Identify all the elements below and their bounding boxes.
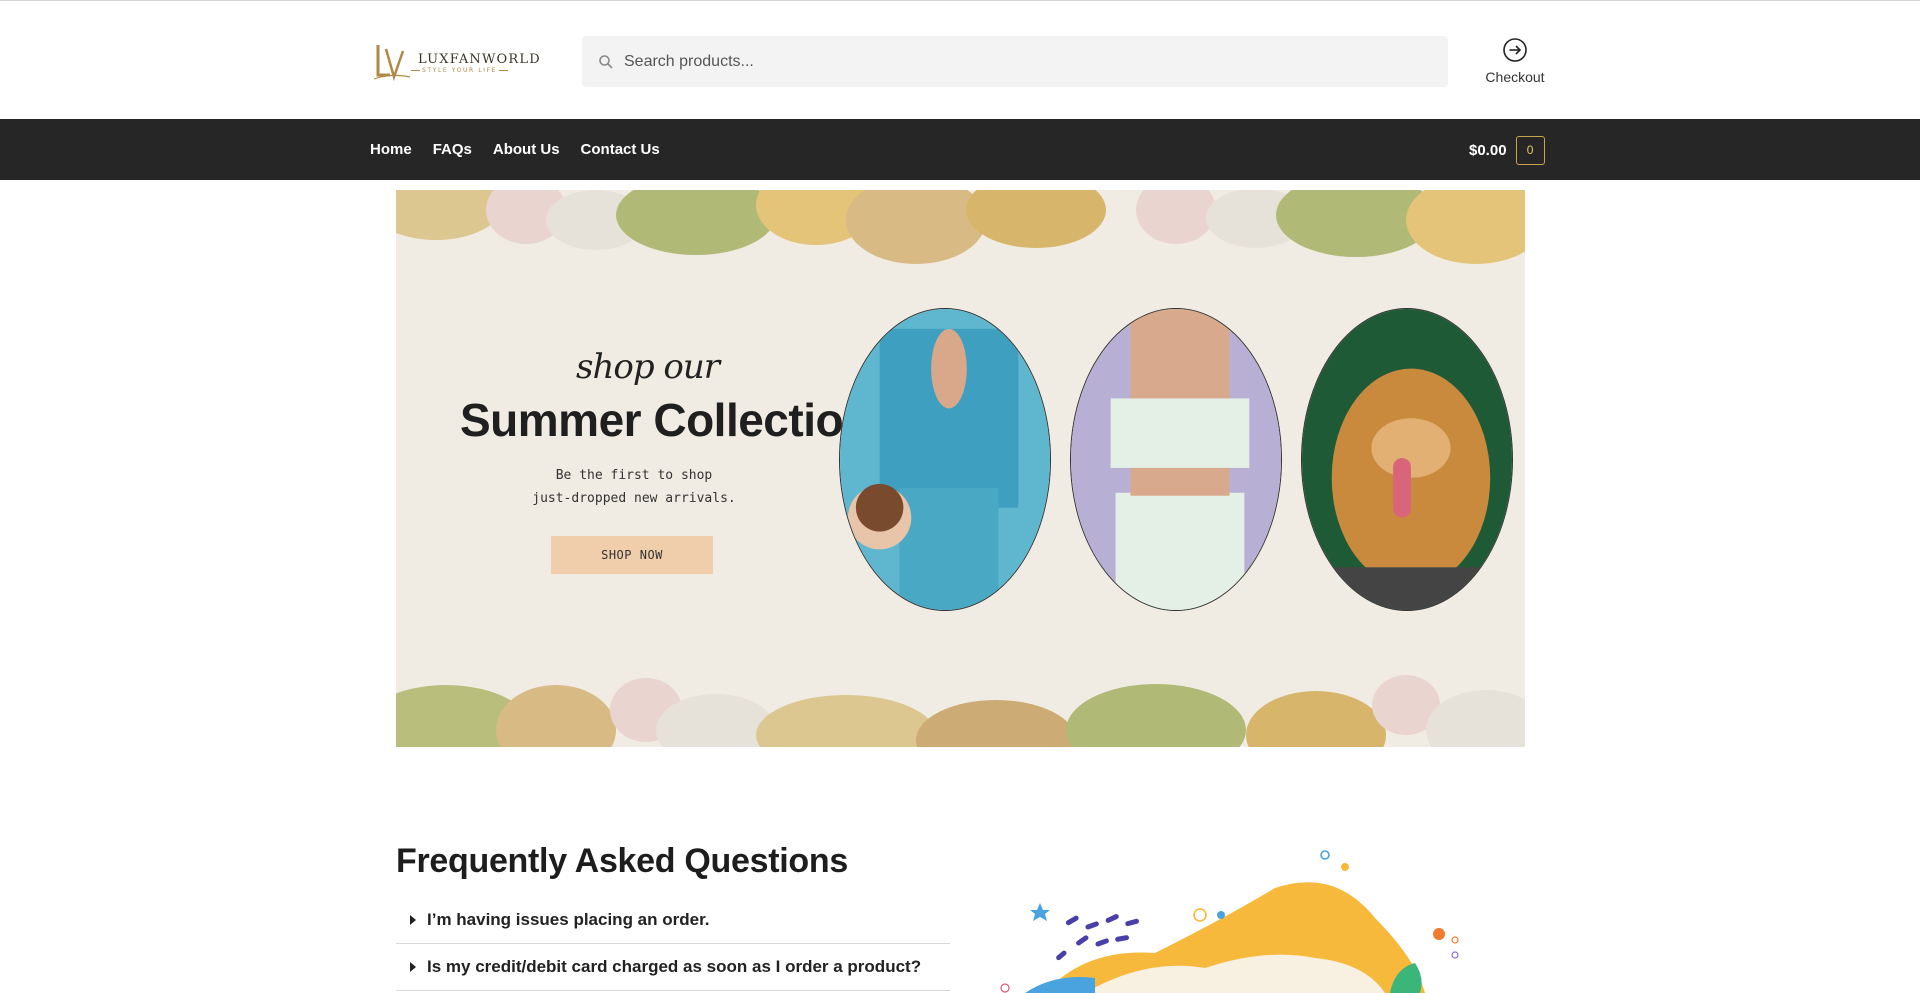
faq-heading: Frequently Asked Questions <box>396 842 848 880</box>
search-input[interactable] <box>624 36 1424 87</box>
nav-item-contact-us[interactable]: Contact Us <box>581 141 660 158</box>
faq-question: I’m having issues placing an order. <box>427 910 710 929</box>
nav-item-faqs[interactable]: FAQs <box>433 141 472 158</box>
nav-item-about-us[interactable]: About Us <box>493 141 560 158</box>
shop-now-button[interactable]: SHOP NOW <box>551 536 713 574</box>
banner-script-text: shop our <box>576 347 720 387</box>
faq-item[interactable]: I’m having issues placing an order. <box>396 898 950 944</box>
site-logo[interactable]: LUXFANWORLD STYLE YOUR LIFE <box>370 39 540 83</box>
checkout-label: Checkout <box>1485 69 1545 85</box>
banner-title: Summer Collection <box>460 394 871 446</box>
faq-question: Is my credit/debit card charged as soon … <box>427 957 922 976</box>
faq-item[interactable]: Is my credit/debit card charged as soon … <box>396 945 950 991</box>
caret-right-icon <box>410 915 416 925</box>
logo-text: LUXFANWORLD <box>418 52 541 67</box>
product-image-hawaiian-set[interactable] <box>839 308 1051 611</box>
product-image-two-piece-set[interactable] <box>1070 308 1282 611</box>
search-bar <box>582 36 1448 87</box>
logo-monogram-icon <box>373 45 411 82</box>
search-icon <box>599 55 613 69</box>
cart-button[interactable]: $0.00 0 <box>1469 135 1545 165</box>
logo-tagline: STYLE YOUR LIFE <box>410 67 509 74</box>
nav-item-home[interactable]: Home <box>370 141 412 158</box>
product-image-dog-shirt[interactable] <box>1301 308 1513 611</box>
summer-collection-banner[interactable]: shop our Summer Collection Be the first … <box>396 190 1525 747</box>
arrow-circle-right-icon <box>1503 38 1527 62</box>
site-header: LUXFANWORLD STYLE YOUR LIFE Checkout <box>0 1 1920 119</box>
cart-count-badge: 0 <box>1515 135 1545 165</box>
cart-total: $0.00 <box>1469 141 1507 159</box>
checkout-button[interactable]: Checkout <box>1476 37 1554 89</box>
main-navigation: Home FAQs About Us Contact Us $0.00 0 <box>0 119 1920 180</box>
banner-subtitle-line2: just-dropped new arrivals. <box>532 491 736 506</box>
caret-right-icon <box>410 962 416 972</box>
banner-subtitle-line1: Be the first to shop <box>555 468 713 483</box>
faq-illustration-image <box>1000 850 1459 993</box>
banner-subtitle: Be the first to shop just-dropped new ar… <box>436 464 832 510</box>
